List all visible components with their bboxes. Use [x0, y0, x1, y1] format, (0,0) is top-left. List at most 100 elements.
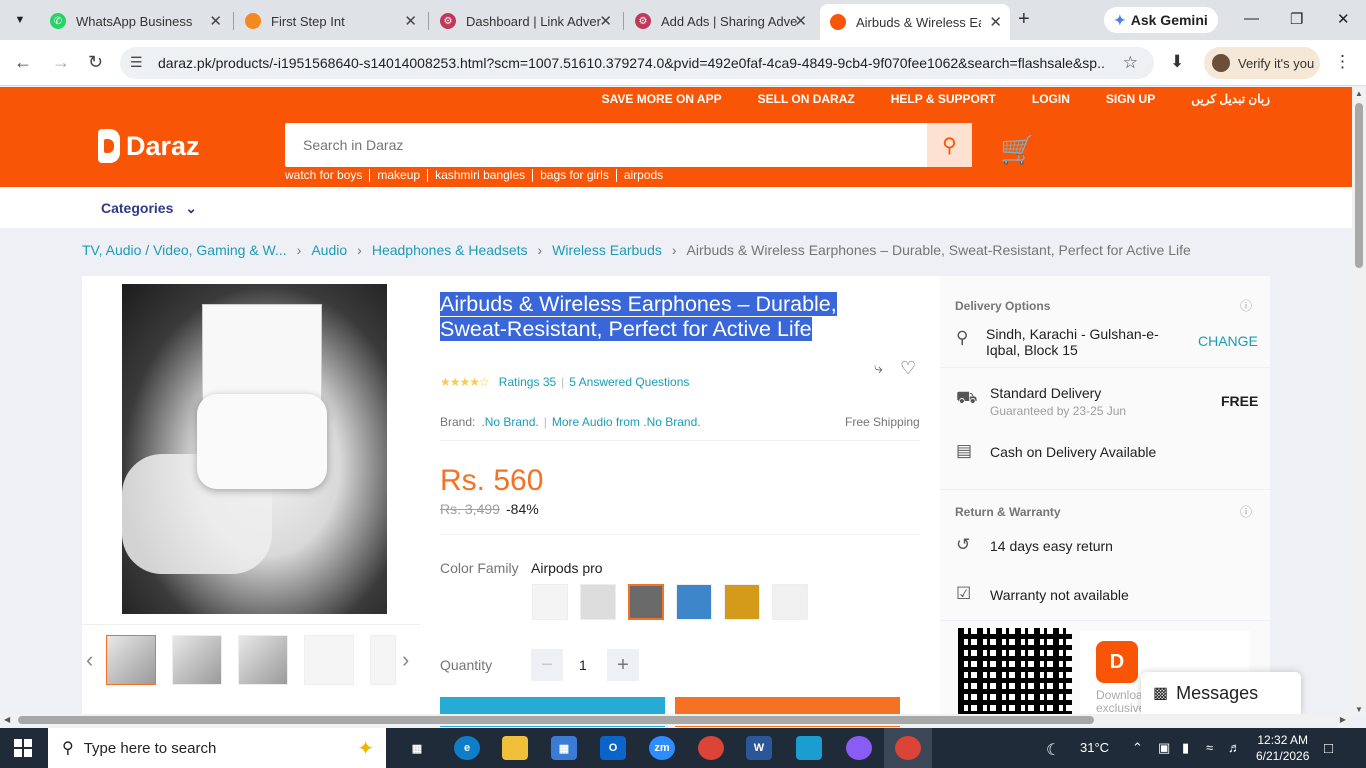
- forward-icon[interactable]: →: [52, 52, 70, 73]
- minimize-icon[interactable]: —: [1244, 10, 1259, 27]
- temperature[interactable]: 31°C: [1080, 740, 1109, 755]
- scroll-up-icon[interactable]: ▲: [1355, 89, 1363, 98]
- color-swatch[interactable]: [724, 584, 760, 620]
- scroll-down-icon[interactable]: ▼: [1355, 705, 1363, 714]
- site-info-icon[interactable]: ☰: [130, 54, 143, 71]
- quantity-increase-button[interactable]: +: [607, 649, 639, 681]
- verify-profile-button[interactable]: Verify it's you: [1204, 47, 1320, 79]
- horizontal-scrollbar[interactable]: ◀ ▶: [0, 714, 1352, 726]
- chevron-right-icon[interactable]: ›: [402, 647, 409, 673]
- suggestion-link[interactable]: kashmiri bangles: [427, 169, 532, 182]
- sell-on-daraz-link[interactable]: SELL ON DARAZ: [758, 92, 855, 106]
- share-icon[interactable]: ⤷: [874, 360, 883, 378]
- edge-icon[interactable]: e: [454, 736, 480, 760]
- tab-add-ads[interactable]: ⚙ Add Ads | Sharing Adve ✕: [625, 6, 815, 36]
- breadcrumb-link[interactable]: Audio: [311, 242, 347, 258]
- suggestion-link[interactable]: watch for boys: [285, 169, 369, 182]
- wifi-icon[interactable]: ≈: [1206, 740, 1213, 755]
- back-icon[interactable]: ←: [14, 52, 32, 73]
- tab-dashboard[interactable]: ⚙ Dashboard | Link Adver ✕: [430, 6, 620, 36]
- breadcrumb-link[interactable]: Headphones & Headsets: [372, 242, 528, 258]
- notification-icon[interactable]: □: [1324, 740, 1333, 757]
- task-view-icon[interactable]: ▦: [404, 736, 430, 760]
- more-from-brand-link[interactable]: More Audio from .No Brand.: [552, 415, 701, 429]
- signup-link[interactable]: SIGN UP: [1106, 92, 1155, 106]
- thumbnail[interactable]: [238, 635, 288, 685]
- calendar-app-icon[interactable]: [796, 736, 822, 760]
- save-more-app-link[interactable]: SAVE MORE ON APP: [602, 92, 722, 106]
- tab-daraz-active[interactable]: Airbuds & Wireless Earp ✕: [820, 4, 1010, 40]
- suggestion-link[interactable]: makeup: [369, 169, 427, 182]
- language-switch-link[interactable]: زبان تبدیل کریں: [1191, 92, 1270, 106]
- color-swatch[interactable]: [580, 584, 616, 620]
- address-bar[interactable]: ☰ daraz.pk/products/-i1951568640-s140140…: [120, 47, 1154, 79]
- color-swatch[interactable]: [532, 584, 568, 620]
- login-link[interactable]: LOGIN: [1032, 92, 1070, 106]
- ask-gemini-button[interactable]: ✦ Ask Gemini: [1104, 7, 1218, 33]
- clock[interactable]: 12:32 AM 6/21/2026: [1256, 732, 1309, 764]
- tab-search-chevron-icon[interactable]: ▼: [8, 8, 32, 32]
- heart-icon[interactable]: ♡: [900, 358, 916, 379]
- close-window-icon[interactable]: ✕: [1337, 10, 1350, 28]
- word-icon[interactable]: W: [746, 736, 772, 760]
- messages-button[interactable]: ▩ Messages: [1141, 672, 1301, 714]
- thumbnail[interactable]: [370, 635, 396, 685]
- close-tab-icon[interactable]: ✕: [599, 12, 612, 30]
- cart-icon[interactable]: 🛒: [1000, 133, 1035, 166]
- store-icon[interactable]: ▦: [551, 736, 577, 760]
- zoom-icon[interactable]: zm: [649, 736, 675, 760]
- categories-dropdown[interactable]: Categories ⌄: [101, 200, 197, 217]
- breadcrumb-link[interactable]: TV, Audio / Video, Gaming & W...: [82, 242, 287, 258]
- tab-first-step[interactable]: First Step Int ✕: [235, 6, 425, 36]
- search-button[interactable]: ⚲: [927, 123, 972, 167]
- scroll-left-icon[interactable]: ◀: [4, 715, 10, 724]
- info-icon[interactable]: ⓘ: [1240, 297, 1252, 314]
- suggestion-link[interactable]: airpods: [615, 169, 670, 182]
- info-icon[interactable]: ⓘ: [1240, 503, 1252, 520]
- close-tab-icon[interactable]: ✕: [794, 12, 807, 30]
- daraz-logo[interactable]: Daraz: [98, 129, 200, 163]
- thumbnail[interactable]: [172, 635, 222, 685]
- restore-icon[interactable]: ❐: [1290, 10, 1303, 28]
- search-input[interactable]: [285, 123, 927, 167]
- bookmark-star-icon[interactable]: ☆: [1123, 53, 1138, 73]
- suggestion-link[interactable]: bags for girls: [532, 169, 616, 182]
- volume-icon[interactable]: ♬: [1228, 740, 1241, 755]
- more-menu-icon[interactable]: ⋮: [1334, 52, 1351, 72]
- meet-icon[interactable]: ▣: [1158, 740, 1170, 756]
- quantity-value[interactable]: 1: [579, 657, 587, 673]
- ratings-link[interactable]: Ratings 35: [499, 375, 556, 389]
- chevron-left-icon[interactable]: ‹: [86, 647, 93, 673]
- tray-chevron-icon[interactable]: ⌃: [1132, 740, 1143, 756]
- scrollbar-thumb[interactable]: [18, 716, 1094, 724]
- thumbnail[interactable]: [304, 635, 354, 685]
- help-support-link[interactable]: HELP & SUPPORT: [891, 92, 996, 106]
- vertical-scrollbar[interactable]: ▲ ▼: [1352, 87, 1366, 714]
- change-address-link[interactable]: CHANGE: [1198, 333, 1258, 349]
- chrome-icon[interactable]: [698, 736, 724, 760]
- thumbnail[interactable]: [106, 635, 156, 685]
- product-main-image[interactable]: [122, 284, 387, 614]
- quantity-decrease-button[interactable]: −: [531, 649, 563, 681]
- battery-icon[interactable]: ▮: [1182, 740, 1189, 756]
- tab-whatsapp[interactable]: ✆ WhatsApp Business ✕: [40, 6, 230, 36]
- brand-link[interactable]: .No Brand.: [481, 415, 538, 429]
- copilot-icon[interactable]: [846, 736, 872, 760]
- close-tab-icon[interactable]: ✕: [989, 13, 1002, 31]
- scroll-right-icon[interactable]: ▶: [1340, 715, 1346, 724]
- close-tab-icon[interactable]: ✕: [209, 12, 222, 30]
- color-swatch-selected[interactable]: [628, 584, 664, 620]
- file-explorer-icon[interactable]: [502, 736, 528, 760]
- breadcrumb-link[interactable]: Wireless Earbuds: [552, 242, 662, 258]
- scrollbar-thumb[interactable]: [1355, 103, 1363, 268]
- reload-icon[interactable]: ↻: [88, 52, 103, 73]
- close-tab-icon[interactable]: ✕: [404, 12, 417, 30]
- color-swatch[interactable]: [772, 584, 808, 620]
- chrome-active-icon[interactable]: [895, 736, 921, 760]
- color-swatch[interactable]: [676, 584, 712, 620]
- download-icon[interactable]: ⬇: [1170, 52, 1184, 72]
- taskbar-search[interactable]: ⚲ Type here to search ✦: [48, 728, 386, 768]
- outlook-icon[interactable]: O: [600, 736, 626, 760]
- new-tab-button[interactable]: +: [1018, 8, 1030, 31]
- url-text[interactable]: daraz.pk/products/-i1951568640-s14014008…: [158, 55, 1104, 71]
